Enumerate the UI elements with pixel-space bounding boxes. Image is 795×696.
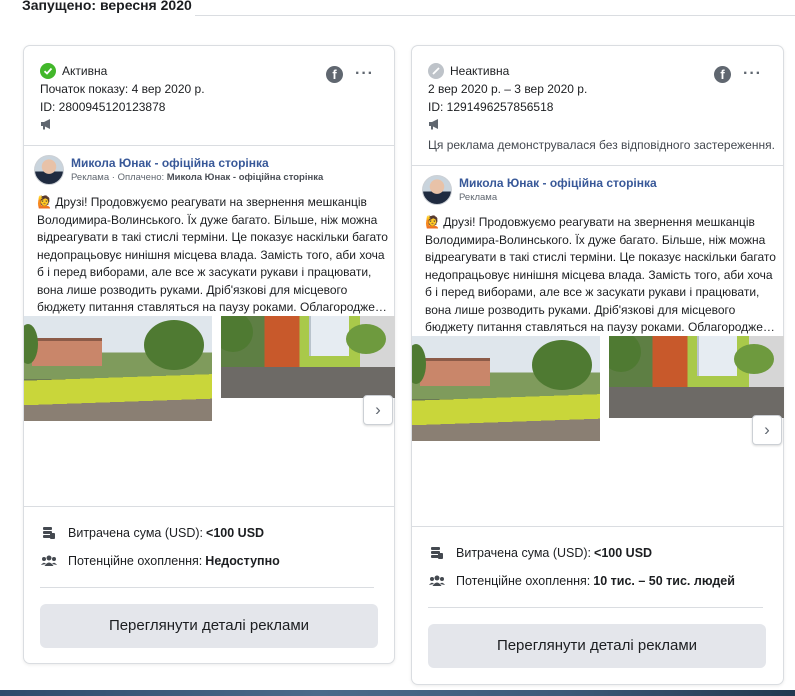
avatar[interactable]	[34, 155, 64, 185]
ad-dates: 2 вер 2020 р. – 3 вер 2020 р.	[428, 82, 588, 96]
header-divider	[24, 145, 394, 146]
disclaimer-text: Ця реклама демонструвалася без відповідн…	[428, 138, 775, 152]
ad-text-line: недопрацьовує нинішня місцева влада. Зам…	[425, 267, 773, 282]
ad-text-line: Володимира-Волинського. Їх дуже багато. …	[37, 212, 378, 227]
spend-label: Витрачена сума (USD):	[456, 546, 592, 560]
page-name-link[interactable]: Микола Юнак - офіційна сторінка	[459, 176, 657, 190]
bottom-edge	[0, 690, 795, 696]
reach-value: 10 тис. – 50 тис. людей	[593, 574, 735, 588]
megaphone-icon	[41, 119, 50, 130]
ad-text-line: 🙋 Друзі! Продовжуємо реагувати на зверне…	[37, 195, 367, 209]
ad-text-line: бюджету питання ставляться на паузу рока…	[425, 320, 775, 334]
body-divider	[24, 506, 394, 507]
ad-text-line: Володимира-Волинського. Їх дуже багато. …	[425, 232, 766, 247]
spend-stat: Витрачена сума (USD): <100 USD	[40, 525, 264, 541]
reach-value: Недоступно	[205, 554, 280, 568]
people-icon	[40, 553, 58, 569]
money-stack-icon	[40, 525, 58, 541]
spend-value: <100 USD	[206, 526, 265, 540]
carousel-image-1[interactable]	[412, 336, 600, 441]
megaphone-icon	[429, 119, 438, 130]
ad-body-text: 🙋 Друзі! Продовжуємо реагувати на зверне…	[425, 214, 777, 337]
spend-label: Витрачена сума (USD):	[68, 526, 204, 540]
ad-text-line: 🙋 Друзі! Продовжуємо реагувати на зверне…	[425, 215, 755, 229]
carousel-image-2[interactable]	[609, 336, 784, 418]
check-circle-icon	[40, 63, 56, 79]
people-icon	[428, 573, 446, 589]
status-row: Неактивна	[428, 63, 509, 79]
money-stack-icon	[428, 545, 446, 561]
ad-id: ID: 1291496257856518	[428, 100, 554, 114]
more-dots-icon[interactable]: ···	[355, 66, 374, 82]
ad-body-text: 🙋 Друзі! Продовжуємо реагувати на зверне…	[37, 194, 389, 317]
ad-card-active: Активна Початок показу: 4 вер 2020 р. ID…	[23, 45, 395, 664]
carousel-image-2[interactable]	[221, 316, 395, 398]
spend-stat: Витрачена сума (USD): <100 USD	[428, 545, 652, 561]
facebook-icon[interactable]: f	[326, 66, 343, 83]
stats-divider	[40, 587, 374, 588]
view-ad-details-button[interactable]: Переглянути деталі реклами	[40, 604, 378, 648]
spend-value: <100 USD	[594, 546, 653, 560]
sponsored-label: Реклама	[459, 192, 498, 203]
ad-text-line: бюджету питання ставляться на паузу рока…	[37, 300, 387, 314]
reach-stat: Потенційне охоплення: 10 тис. – 50 тис. …	[428, 573, 735, 589]
carousel-next-button[interactable]: ›	[363, 395, 393, 425]
facebook-icon[interactable]: f	[714, 66, 731, 83]
ad-text-line: б і перед виборами, але все ж засукати р…	[37, 265, 372, 279]
body-divider	[412, 526, 783, 527]
reach-label: Потенційне охоплення:	[68, 554, 203, 568]
ad-text-line: б і перед виборами, але все ж засукати р…	[425, 285, 760, 299]
launch-date-heading: Запущено: вересня 2020	[22, 0, 192, 13]
ad-text-line: відреагувати в такі стислі терміни. Це п…	[37, 230, 388, 244]
ad-dates: Початок показу: 4 вер 2020 р.	[40, 82, 205, 96]
ad-text-line: вона лише розводить руками. Дріб'язкові …	[425, 302, 736, 317]
top-divider	[195, 15, 795, 16]
paid-by-label: Оплачено:	[117, 172, 165, 183]
avatar[interactable]	[422, 175, 452, 205]
sponsored-line: Реклама · Оплачено: Микола Юнак - офіцій…	[71, 172, 324, 183]
status-row: Активна	[40, 63, 107, 79]
reach-label: Потенційне охоплення:	[456, 574, 591, 588]
sponsored-label: Реклама	[71, 172, 110, 183]
ad-text-line: вона лише розводить руками. Дріб'язкові …	[37, 282, 348, 297]
ad-card-inactive: Неактивна 2 вер 2020 р. – 3 вер 2020 р. …	[411, 45, 784, 685]
ad-text-line: відреагувати в такі стислі терміни. Це п…	[425, 250, 776, 264]
ad-id: ID: 2800945120123878	[40, 100, 166, 114]
slash-circle-icon	[428, 63, 444, 79]
carousel-next-button[interactable]: ›	[752, 415, 782, 445]
top-bar: Запущено: вересня 2020	[0, 0, 795, 18]
carousel-image-1[interactable]	[24, 316, 212, 421]
status-label: Неактивна	[450, 64, 510, 78]
status-label: Активна	[62, 64, 108, 78]
more-dots-icon[interactable]: ···	[743, 66, 762, 82]
stats-divider	[428, 607, 763, 608]
ad-text-line: недопрацьовує нинішня місцева влада. Зам…	[37, 247, 385, 262]
page-name-link[interactable]: Микола Юнак - офіційна сторінка	[71, 156, 269, 170]
view-ad-details-button[interactable]: Переглянути деталі реклами	[428, 624, 766, 668]
paid-by-name: Микола Юнак - офіційна сторінка	[166, 172, 324, 183]
header-divider	[412, 165, 783, 166]
reach-stat: Потенційне охоплення: Недоступно	[40, 553, 280, 569]
